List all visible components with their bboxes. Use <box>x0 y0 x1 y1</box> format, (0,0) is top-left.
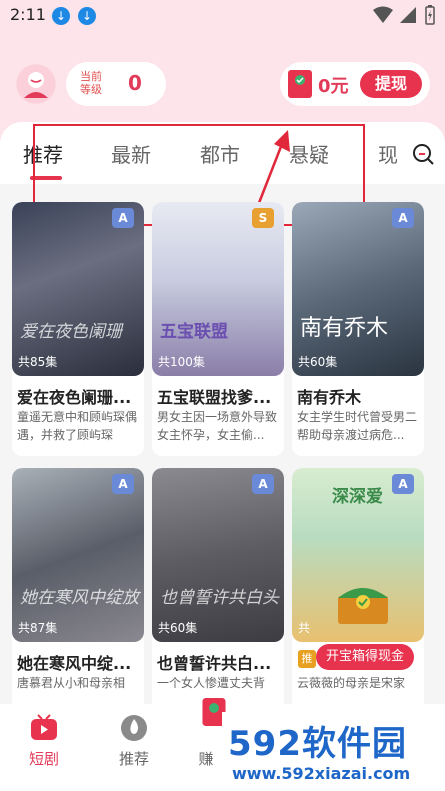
treasure-chest-icon <box>338 588 388 624</box>
avatar[interactable] <box>16 64 56 104</box>
rating-badge-letter: A <box>112 208 134 228</box>
watermark: 592软件园 www.592xiazai.com <box>222 712 445 791</box>
download-icon: ↓ <box>52 7 70 25</box>
watermark-brand: 592软件园 <box>228 724 407 764</box>
rating-badge-letter: A <box>392 208 414 228</box>
recommend-tag: 推 <box>298 650 316 668</box>
drama-card[interactable]: 她在寒风中绽放 共87集 A 她在寒风中绽... 唐慕君从小和母亲相 <box>12 468 144 704</box>
avatar-icon <box>16 64 56 104</box>
content-area: 推荐 最新 都市 悬疑 现 爱在夜色阑珊 共85集 A 爱在夜色阑珊... 童遥… <box>0 122 445 704</box>
rating-badge: A <box>392 208 414 232</box>
red-envelope-icon <box>288 70 312 98</box>
rating-badge: A <box>112 474 134 498</box>
drama-title: 爱在夜色阑珊... <box>17 388 132 407</box>
rating-badge-letter: A <box>392 474 414 494</box>
wifi-icon <box>373 6 393 23</box>
open-chest-button[interactable]: 开宝箱得现金 <box>316 644 414 670</box>
drama-title: 她在寒风中绽... <box>17 654 132 673</box>
drama-description: 童遥无意中和顾屿琛偶遇，并救了顾屿琛 <box>17 410 138 442</box>
drama-description: 女主学生时代曾受男二帮助母亲渡过病危... <box>297 410 418 442</box>
poster-title-art: 南有乔木 <box>300 316 389 341</box>
reward-amount: 0元 <box>318 76 349 97</box>
nav-label: 短剧 <box>28 750 59 768</box>
status-time: 2:11 <box>10 5 46 24</box>
poster-title-art: 她在寒风中绽放 <box>20 588 139 608</box>
drama-description: 云薇薇的母亲是宋家 <box>297 676 406 690</box>
nav-short-drama[interactable]: 短剧 <box>4 704 84 791</box>
rating-badge: A <box>392 474 414 498</box>
rating-badge: S <box>252 208 274 232</box>
search-icon[interactable] <box>411 142 435 166</box>
poster-title-art: 爱在夜色阑珊 <box>20 322 122 342</box>
signal-icon <box>400 7 416 23</box>
poster-title-art: 深深爱 <box>332 487 383 507</box>
level-pill[interactable]: 当前等级 0 <box>66 62 166 106</box>
rating-badge-letter: S <box>252 208 274 228</box>
poster-title-art: 也曾誓许共白头 <box>160 588 279 608</box>
episode-count: 共60集 <box>158 621 198 635</box>
nav-label: 推荐 <box>118 750 149 768</box>
rating-badge: A <box>252 474 274 498</box>
rating-badge-letter: A <box>252 474 274 494</box>
level-value: 0 <box>128 71 142 95</box>
reward-pill[interactable]: 0元 提现 <box>280 62 430 106</box>
tab-modern[interactable]: 现 <box>378 139 398 168</box>
download-icon: ↓ <box>78 7 96 25</box>
drama-title: 也曾誓许共白... <box>157 654 272 673</box>
nav-recommend[interactable]: 推荐 <box>94 704 174 791</box>
drama-title: 五宝联盟找爹... <box>157 388 272 407</box>
battery-icon <box>425 5 435 25</box>
drama-title: 南有乔木 <box>297 388 362 407</box>
drama-card[interactable]: 也曾誓许共白头 共60集 A 也曾誓许共白... 一个女人惨遭丈夫背 <box>152 468 284 704</box>
status-bar: 2:11 ↓ ↓ <box>0 0 445 32</box>
episode-count: 共60集 <box>298 355 338 369</box>
drama-card[interactable]: 五宝联盟 共100集 S 五宝联盟找爹... 男女主因一场意外导致女主怀孕，女主… <box>152 202 284 456</box>
drama-card[interactable]: 爱在夜色阑珊 共85集 A 爱在夜色阑珊... 童遥无意中和顾屿琛偶遇，并救了顾… <box>12 202 144 456</box>
drama-description: 唐慕君从小和母亲相 <box>17 676 126 690</box>
drama-card[interactable]: 南有乔木 共60集 A 南有乔木 女主学生时代曾受男二帮助母亲渡过病危... <box>292 202 424 456</box>
top-bar: 当前等级 0 0元 提现 <box>0 48 445 118</box>
episode-count: 共85集 <box>18 355 58 369</box>
episode-count: 共100集 <box>158 355 205 369</box>
level-label: 当前等级 <box>80 70 102 96</box>
drama-description: 男女主因一场意外导致女主怀孕，女主偷... <box>157 410 278 442</box>
flame-icon <box>121 715 147 741</box>
withdraw-button[interactable]: 提现 <box>360 70 422 98</box>
episode-count: 共 <box>298 621 311 635</box>
rating-badge: A <box>112 208 134 232</box>
watermark-url: www.592xiazai.com <box>232 764 411 783</box>
tv-icon <box>31 714 57 740</box>
episode-count: 共87集 <box>18 621 58 635</box>
poster-title-art: 五宝联盟 <box>160 322 228 342</box>
rating-badge-letter: A <box>112 474 134 494</box>
